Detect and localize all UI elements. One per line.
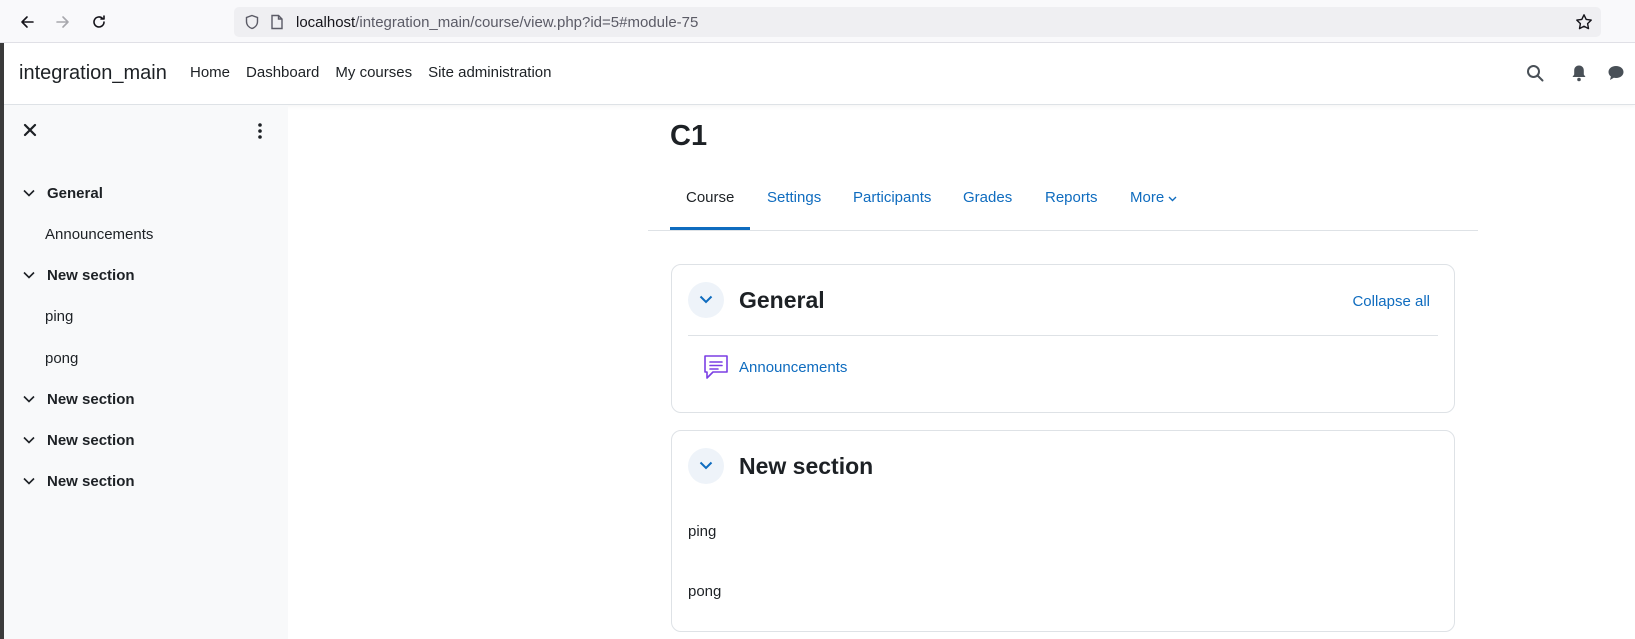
- activity-ping: ping: [688, 523, 717, 540]
- search-icon[interactable]: [1526, 64, 1544, 87]
- drawer-section-label: New section: [47, 431, 135, 449]
- chevron-down-icon: [1168, 189, 1177, 206]
- activity-announcements-link[interactable]: Announcements: [739, 359, 847, 376]
- page-icon: [270, 14, 284, 35]
- shield-icon[interactable]: [244, 14, 260, 35]
- course-secondary-navigation: Course Settings Participants Grades Repo…: [648, 170, 1478, 231]
- chevron-down-icon: [699, 457, 713, 475]
- chevron-down-icon[interactable]: [23, 436, 37, 444]
- chevron-down-icon[interactable]: [23, 189, 37, 197]
- forum-icon: [702, 353, 730, 386]
- drawer-activity-announcements[interactable]: Announcements: [4, 219, 288, 249]
- drawer-actions-kebab-icon[interactable]: [258, 123, 262, 144]
- drawer-section-general[interactable]: General: [4, 178, 288, 208]
- tab-more[interactable]: More: [1130, 189, 1177, 206]
- drawer-section-new-section-3[interactable]: New section: [4, 425, 288, 455]
- bookmark-star-icon[interactable]: [1575, 13, 1593, 36]
- activity-pong: pong: [688, 583, 722, 600]
- chevron-down-icon[interactable]: [23, 395, 37, 403]
- tab-more-label: More: [1130, 189, 1165, 206]
- nav-dashboard[interactable]: Dashboard: [246, 64, 319, 81]
- course-section-new-section: New section ping pong: [671, 430, 1455, 632]
- nav-home[interactable]: Home: [190, 64, 230, 81]
- drawer-section-label: New section: [47, 266, 135, 284]
- section-collapse-button[interactable]: [688, 448, 724, 484]
- url-bar[interactable]: localhost/integration_main/course/view.p…: [234, 7, 1601, 37]
- course-index-drawer: General Announcements New section ping p…: [4, 105, 288, 639]
- chevron-down-icon[interactable]: [23, 271, 37, 279]
- section-collapse-button[interactable]: [688, 282, 724, 318]
- primary-navigation: Home Dashboard My courses Site administr…: [190, 64, 568, 81]
- drawer-section-new-section-4[interactable]: New section: [4, 466, 288, 496]
- drawer-section-new-section-1[interactable]: New section: [4, 260, 288, 290]
- collapse-all-link[interactable]: Collapse all: [1352, 293, 1430, 310]
- section-divider: [688, 335, 1438, 336]
- tab-reports[interactable]: Reports: [1045, 189, 1098, 206]
- bell-icon[interactable]: [1571, 64, 1587, 87]
- reload-icon[interactable]: [87, 10, 111, 34]
- chevron-down-icon: [699, 291, 713, 309]
- course-section-general: General Collapse all Announcements: [671, 264, 1455, 413]
- url-text[interactable]: localhost/integration_main/course/view.p…: [296, 14, 698, 31]
- drawer-section-new-section-2[interactable]: New section: [4, 384, 288, 414]
- nav-my-courses[interactable]: My courses: [335, 64, 412, 81]
- drawer-activity-ping[interactable]: ping: [4, 301, 288, 331]
- page-title: C1: [670, 120, 708, 152]
- messages-icon[interactable]: [1607, 64, 1625, 87]
- close-drawer-icon[interactable]: [23, 123, 37, 142]
- back-arrow-icon[interactable]: [15, 10, 39, 34]
- drawer-activity-pong[interactable]: pong: [4, 343, 288, 373]
- drawer-section-label: New section: [47, 472, 135, 490]
- drawer-section-label: New section: [47, 390, 135, 408]
- site-navbar: integration_main Home Dashboard My cours…: [4, 43, 1635, 105]
- tab-course[interactable]: Course: [686, 189, 734, 206]
- site-brand[interactable]: integration_main: [19, 62, 167, 85]
- tab-settings[interactable]: Settings: [767, 189, 821, 206]
- drawer-section-label: General: [47, 184, 103, 202]
- tab-participants[interactable]: Participants: [853, 189, 931, 206]
- active-tab-indicator: [670, 227, 750, 230]
- forward-arrow-icon[interactable]: [51, 10, 75, 34]
- nav-site-administration[interactable]: Site administration: [428, 64, 551, 81]
- browser-toolbar: localhost/integration_main/course/view.p…: [0, 0, 1635, 43]
- section-title[interactable]: General: [739, 287, 825, 314]
- chevron-down-icon[interactable]: [23, 477, 37, 485]
- tab-grades[interactable]: Grades: [963, 189, 1012, 206]
- section-title[interactable]: New section: [739, 453, 873, 480]
